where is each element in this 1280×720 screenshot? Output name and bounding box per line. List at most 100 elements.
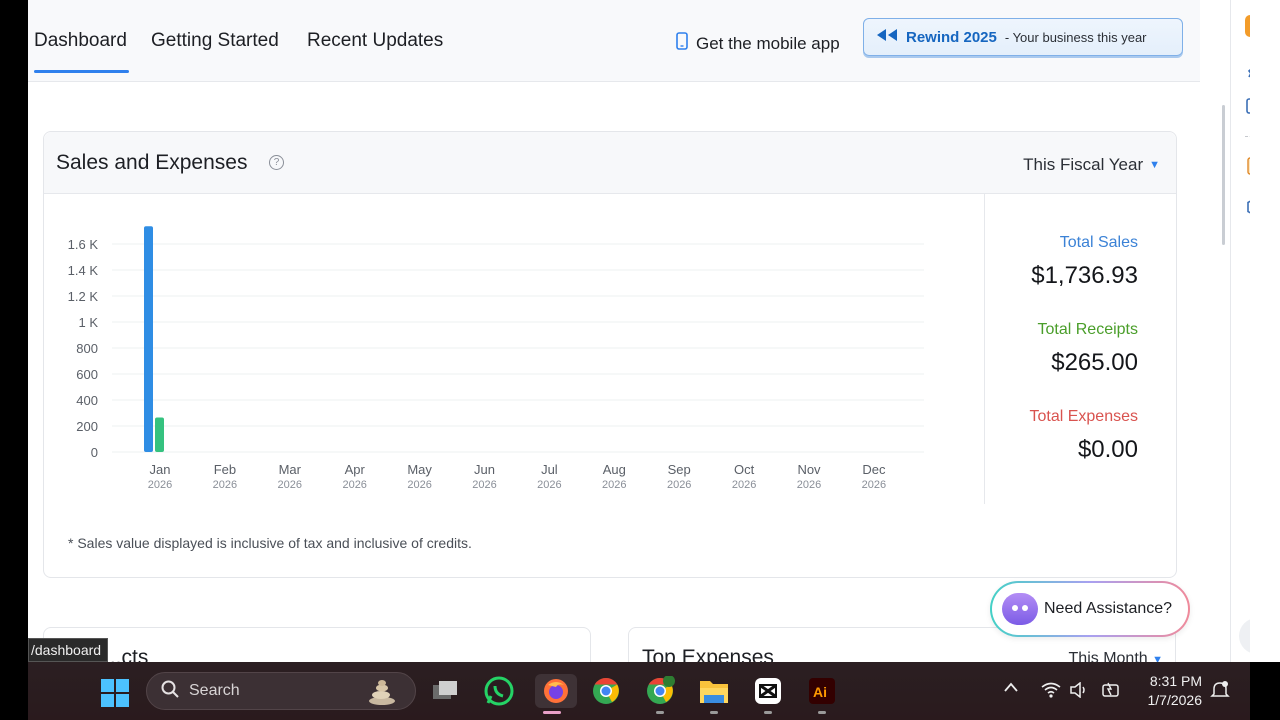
x-tick-label: Jan [150, 462, 171, 477]
rewind-icon [876, 28, 898, 47]
period-dropdown[interactable]: This Fiscal Year ▼ [1023, 155, 1160, 175]
x-tick-label: Feb [214, 462, 236, 477]
chart-footnote: * Sales value displayed is inclusive of … [68, 535, 472, 551]
x-tick-year: 2026 [342, 479, 366, 491]
running-indicator [818, 711, 826, 714]
y-tick-label: 800 [76, 341, 98, 356]
total-receipts-label: Total Receipts [1037, 321, 1139, 338]
taskbar-clock[interactable]: 8:31 PM 1/7/2026 [1138, 672, 1203, 710]
taskbar-search[interactable]: Search [146, 672, 416, 710]
x-tick-label: Aug [603, 462, 626, 477]
clock-date: 1/7/2026 [1147, 692, 1203, 708]
wifi-icon[interactable] [1041, 682, 1061, 702]
bar [144, 226, 153, 452]
chrome-profile-icon[interactable] [643, 674, 677, 714]
browser-page: Dashboard Getting Started Recent Updates… [28, 0, 1250, 662]
divider [984, 194, 985, 504]
x-tick-year: 2026 [278, 479, 302, 491]
projects-card-title: ...cts [104, 646, 149, 662]
expand-sidebar-button[interactable]: › [1239, 618, 1250, 654]
firefox-icon[interactable] [535, 674, 577, 714]
capcut-icon[interactable] [751, 674, 785, 714]
card-header: Sales and Expenses ? This Fiscal Year ▼ [44, 132, 1176, 194]
top-expenses-title: Top Expenses [642, 646, 774, 662]
page-scrollbar[interactable] [1222, 105, 1225, 245]
x-tick-year: 2026 [407, 479, 431, 491]
illustrator-icon[interactable]: Ai [805, 674, 839, 714]
total-expenses-label: Total Expenses [1029, 408, 1138, 425]
y-tick-label: 200 [76, 419, 98, 434]
card-title: Sales and Expenses [56, 151, 248, 174]
left-edge [0, 0, 28, 662]
running-indicator [656, 711, 664, 714]
y-tick-label: 1.6 K [68, 237, 99, 252]
x-tick-year: 2026 [732, 479, 756, 491]
file-explorer-icon[interactable] [697, 674, 731, 714]
x-tick-label: Oct [734, 462, 755, 477]
x-tick-label: Dec [862, 462, 886, 477]
chevron-down-icon: ▼ [1152, 654, 1163, 662]
windows-start-icon[interactable] [100, 678, 130, 708]
clock-time: 8:31 PM [1149, 673, 1202, 689]
search-label: Search [189, 682, 240, 699]
assistant-bot-icon [1002, 593, 1038, 625]
right-edge [1250, 0, 1280, 662]
y-tick-label: 1.4 K [68, 263, 99, 278]
x-tick-year: 2026 [797, 479, 821, 491]
right-sidebar: ? › [1230, 0, 1250, 662]
x-tick-year: 2026 [862, 479, 886, 491]
x-tick-year: 2026 [667, 479, 691, 491]
need-assistance-button[interactable]: Need Assistance? [990, 581, 1190, 637]
battery-icon[interactable] [1099, 681, 1121, 703]
task-view-icon[interactable] [428, 674, 462, 708]
chrome-icon[interactable] [589, 674, 623, 708]
x-tick-year: 2026 [602, 479, 626, 491]
x-tick-label: Jun [474, 462, 495, 477]
y-tick-label: 600 [76, 367, 98, 382]
running-indicator [764, 711, 772, 714]
active-tab-indicator [34, 70, 129, 73]
x-tick-label: Sep [668, 462, 691, 477]
x-tick-year: 2026 [213, 479, 237, 491]
whatsapp-icon[interactable] [482, 674, 516, 708]
sales-expenses-card: Sales and Expenses ? This Fiscal Year ▼ … [43, 131, 1177, 578]
search-highlight-icon [367, 679, 397, 710]
total-sales-label: Total Sales [1059, 234, 1138, 251]
top-expenses-period-label: This Month [1068, 650, 1148, 662]
tab-getting-started[interactable]: Getting Started [151, 30, 279, 52]
mobile-app-label: Get the mobile app [696, 33, 840, 53]
volume-icon[interactable] [1069, 681, 1089, 702]
running-indicator [710, 711, 718, 714]
svg-text:Ai: Ai [813, 684, 827, 700]
help-icon[interactable]: ? [269, 155, 284, 170]
x-tick-label: Mar [279, 462, 302, 477]
x-tick-year: 2026 [472, 479, 496, 491]
tab-dashboard[interactable]: Dashboard [34, 30, 127, 52]
top-expenses-period-dropdown[interactable]: This Month ▼ [1069, 650, 1163, 662]
rewind-subtitle: - Your business this year [1004, 29, 1147, 45]
chevron-down-icon: ▼ [1149, 159, 1160, 171]
y-tick-label: 0 [91, 445, 98, 460]
get-mobile-app-link[interactable]: Get the mobile app [676, 32, 840, 55]
projects-card: ...cts [43, 627, 591, 662]
search-icon [161, 680, 179, 703]
x-tick-label: Apr [345, 462, 366, 477]
total-sales-value: $1,736.93 [1031, 262, 1138, 289]
period-label: This Fiscal Year [1023, 155, 1144, 174]
phone-icon [676, 32, 688, 55]
need-assistance-label: Need Assistance? [1044, 600, 1173, 617]
x-tick-label: Jul [541, 462, 558, 477]
active-app-indicator [543, 711, 561, 714]
tab-recent-updates[interactable]: Recent Updates [307, 30, 443, 52]
windows-taskbar: Search Ai 8:31 PM 1/7/2026 [28, 662, 1250, 720]
x-tick-label: May [407, 462, 432, 477]
sales-expenses-chart: 0 200 400 600 800 1 K 1.2 K 1.4 K 1.6 K Jan 2026 Fe… [68, 226, 924, 491]
total-expenses-value: $0.00 [1077, 436, 1138, 463]
notification-icon[interactable] [1210, 680, 1230, 704]
x-tick-year: 2026 [537, 479, 561, 491]
y-tick-label: 1.2 K [68, 289, 99, 304]
rewind-banner-button[interactable]: Rewind 2025 - Your business this year [863, 18, 1183, 56]
show-hidden-icons-chevron[interactable] [1003, 680, 1019, 697]
top-header: Dashboard Getting Started Recent Updates… [28, 0, 1200, 82]
x-tick-year: 2026 [148, 479, 172, 491]
